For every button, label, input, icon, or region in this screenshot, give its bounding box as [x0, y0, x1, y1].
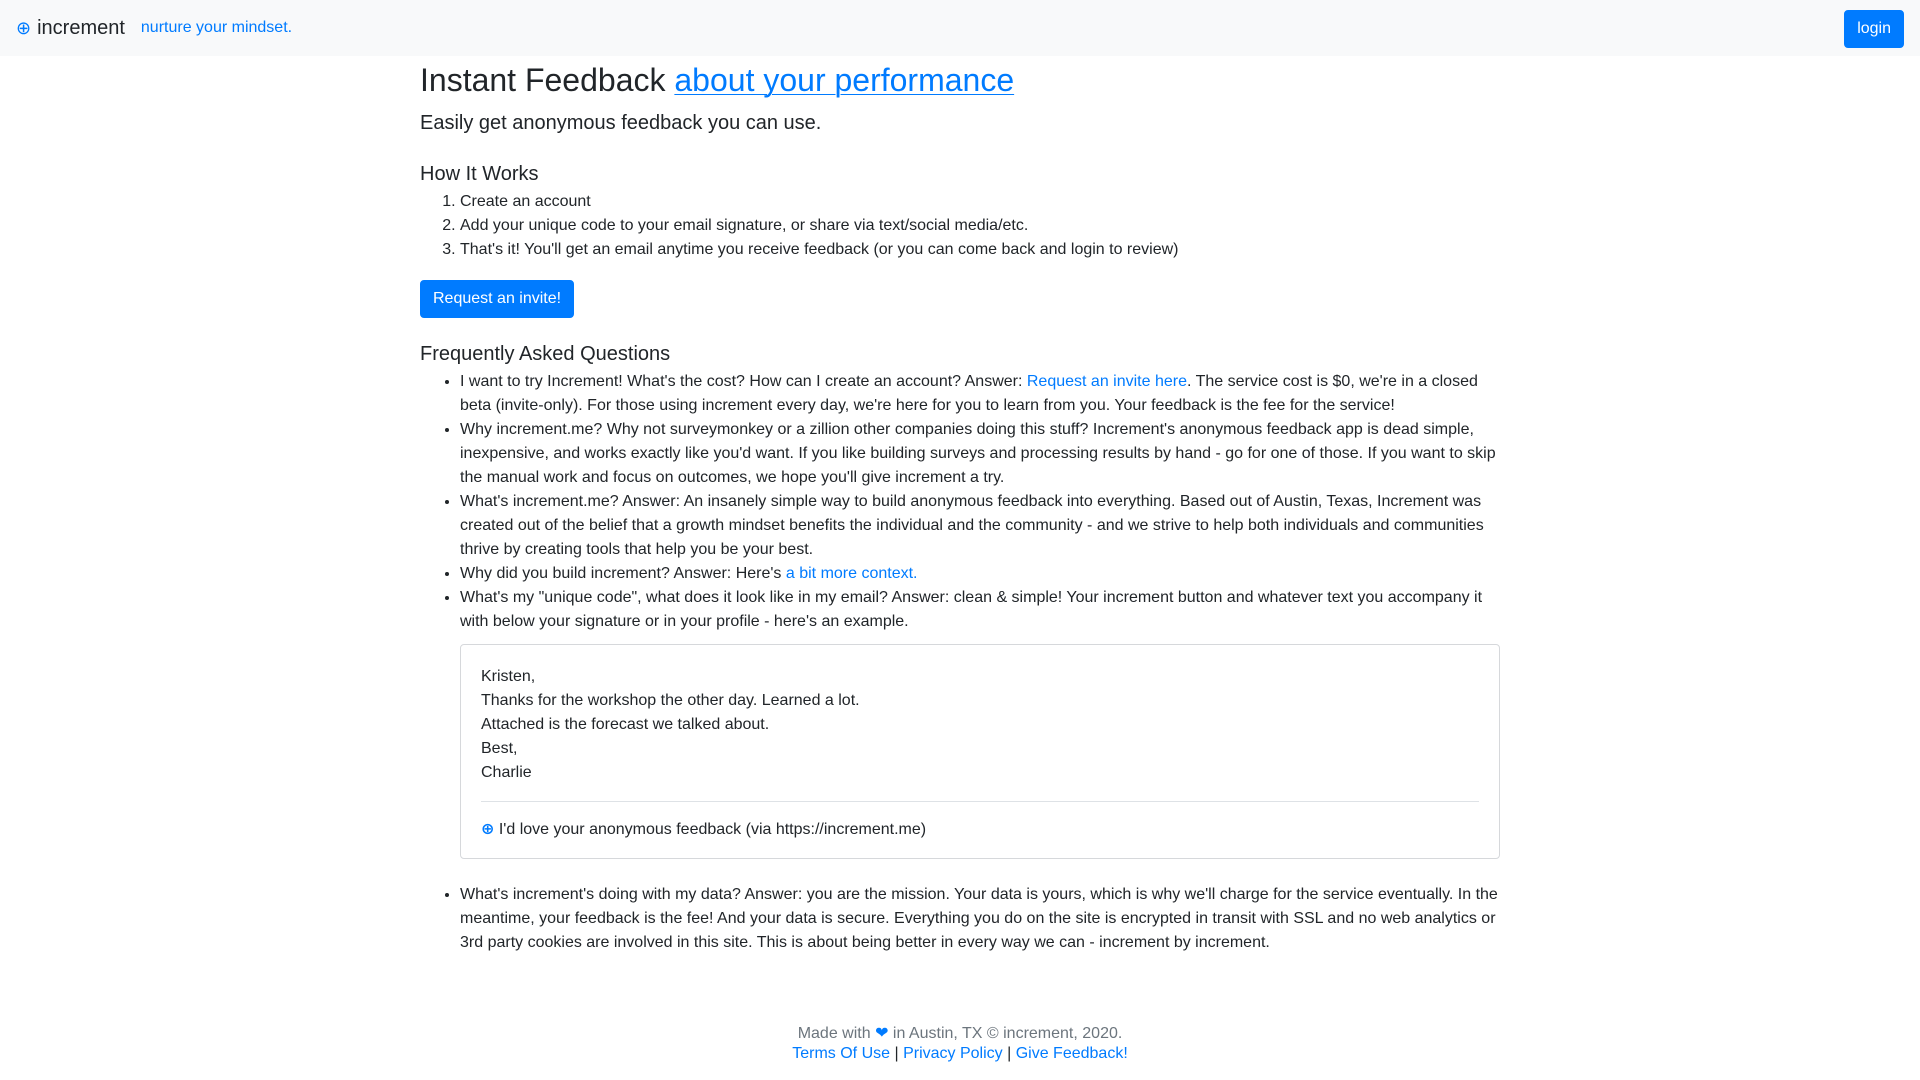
signature-text: I'd love your anonymous feedback (via ht… — [494, 820, 927, 838]
faq-text: I want to try Increment! What's the cost… — [460, 372, 1027, 390]
give-feedback-link[interactable]: Give Feedback! — [1016, 1045, 1128, 1062]
how-it-works-steps: Create an account Add your unique code t… — [420, 190, 1500, 262]
footer-text: Made with — [797, 1025, 876, 1042]
email-example-card: Kristen, Thanks for the workshop the oth… — [460, 643, 1500, 859]
footer-text: in Austin, TX © increment, 2020. — [888, 1025, 1123, 1042]
main-content: Instant Feedback about your performance … — [420, 60, 1500, 955]
faq-item-what: What's increment.me? Answer: An insanely… — [460, 490, 1500, 562]
footer-links: Terms Of Use | Privacy Policy | Give Fee… — [0, 1044, 1920, 1064]
faq-item-unique-code: What's my "unique code", what does it lo… — [460, 586, 1500, 859]
footer: Made with ❤ in Austin, TX © increment, 2… — [0, 1024, 1920, 1064]
page-subtitle: Easily get anonymous feedback you can us… — [420, 111, 822, 134]
footer-separator: | — [1002, 1045, 1016, 1062]
email-line: Best, — [481, 739, 518, 757]
faq-text: Why did you build increment? Answer: Her… — [460, 564, 786, 582]
faq-item-why: Why increment.me? Why not surveymonkey o… — [460, 418, 1500, 490]
brand-name: increment — [37, 17, 125, 39]
email-line: Kristen, — [481, 667, 536, 685]
email-line: Thanks for the workshop the other day. L… — [481, 691, 860, 709]
faq-text: What's my "unique code", what does it lo… — [460, 588, 1483, 630]
step-item: That's it! You'll get an email anytime y… — [460, 238, 1500, 262]
request-invite-link[interactable]: Request an invite here — [1027, 373, 1187, 390]
page-title-text: Instant Feedback — [420, 62, 675, 98]
tagline-link[interactable]: nurture your mindset. — [141, 16, 292, 40]
heart-icon: ❤ — [875, 1025, 889, 1042]
plus-circle-icon[interactable]: ⊕ — [481, 821, 494, 838]
navbar: ⊕ increment nurture your mindset. login — [0, 0, 1920, 56]
faq-item-build: Why did you build increment? Answer: Her… — [460, 562, 1500, 586]
footer-credit: Made with ❤ in Austin, TX © increment, 2… — [0, 1024, 1920, 1044]
brand-link[interactable]: ⊕ increment — [16, 13, 125, 43]
login-button[interactable]: login — [1844, 10, 1904, 48]
faq-item-data: What's increment's doing with my data? A… — [460, 883, 1500, 955]
terms-link[interactable]: Terms Of Use — [792, 1045, 890, 1062]
request-invite-button[interactable]: Request an invite! — [420, 279, 575, 318]
email-line: Attached is the forecast we talked about… — [481, 715, 770, 733]
more-context-link[interactable]: a bit more context. — [786, 565, 918, 582]
page-title: Instant Feedback about your performance — [420, 60, 1500, 102]
step-item: Add your unique code to your email signa… — [460, 214, 1500, 238]
how-it-works-heading: How It Works — [420, 162, 539, 185]
email-line: Charlie — [481, 763, 532, 781]
faq-heading: Frequently Asked Questions — [420, 342, 671, 365]
email-signature: ⊕ I'd love your anonymous feedback (via … — [481, 818, 1479, 842]
performance-link[interactable]: about your performance — [674, 62, 1014, 98]
signature-divider — [481, 800, 1479, 802]
faq-list: I want to try Increment! What's the cost… — [420, 370, 1500, 955]
footer-separator: | — [890, 1045, 904, 1062]
faq-item-cost: I want to try Increment! What's the cost… — [460, 370, 1500, 418]
step-item: Create an account — [460, 190, 1500, 214]
privacy-link[interactable]: Privacy Policy — [903, 1045, 1003, 1062]
plus-circle-icon: ⊕ — [16, 17, 32, 38]
